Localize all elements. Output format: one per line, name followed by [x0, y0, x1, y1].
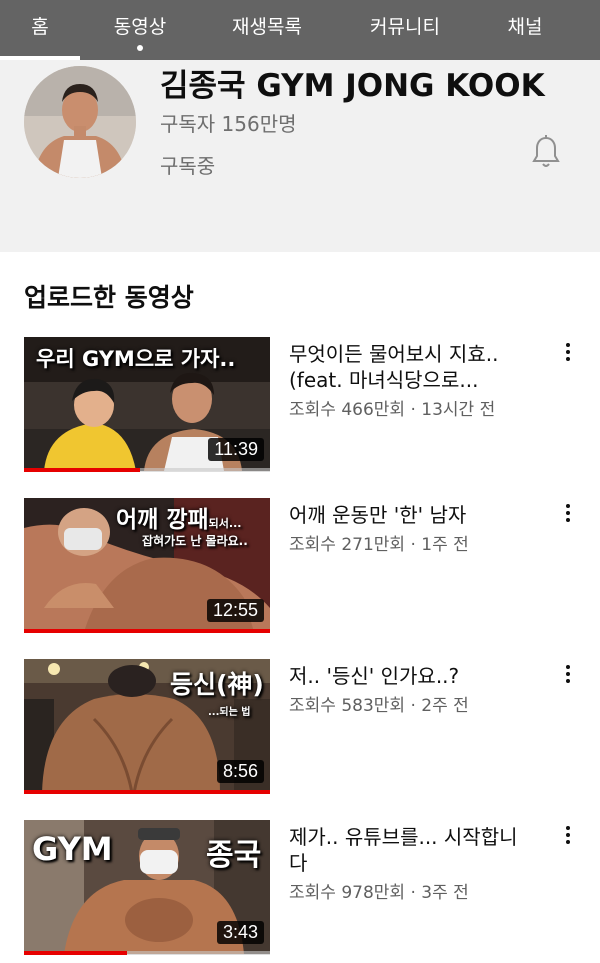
video-meta: 조회수 271만회 · 1주 전	[289, 535, 469, 555]
watch-progress-fill	[24, 790, 270, 794]
tab-videos[interactable]: 동영상	[90, 0, 190, 60]
video-title[interactable]: 저.. '등신' 인가요..?	[289, 663, 529, 689]
video-duration: 12:55	[206, 599, 264, 622]
video-duration: 3:43	[216, 921, 264, 944]
video-title[interactable]: 어깨 운동만 '한' 남자	[289, 502, 529, 528]
video-item[interactable]: 등신(神) ...되는 법 8:56 저.. '등신' 인가요..? 조회수 5…	[0, 659, 600, 799]
video-thumbnail[interactable]: 등신(神) ...되는 법 8:56	[24, 659, 270, 793]
channel-title: 김종국 GYM JONG KOOK	[160, 68, 545, 104]
tab-home-label: 홈	[31, 16, 49, 38]
video-item[interactable]: 어깨 깡패되서... 잡혀가도 난 몰라요.. 12:55 어깨 운동만 '한'…	[0, 498, 600, 638]
watch-progress-fill	[24, 468, 140, 472]
tab-playlists-label: 재생목록	[232, 16, 302, 38]
video-meta: 조회수 466만회 · 13시간 전	[289, 400, 496, 420]
watch-progress-fill	[24, 629, 270, 633]
more-vertical-icon[interactable]	[558, 824, 578, 848]
thumbnail-caption-left: GYM	[32, 830, 113, 868]
video-title[interactable]: 무엇이든 물어보시 지효.. (feat. 마녀식당으로...	[289, 341, 529, 393]
subscribed-button[interactable]: 구독중	[160, 150, 215, 179]
video-thumbnail[interactable]: GYM 종국 3:43	[24, 820, 270, 954]
watch-progress-bar	[24, 468, 270, 472]
watch-progress-bar	[24, 629, 270, 633]
channel-tab-bar: 홈 동영상 재생목록 커뮤니티 채널	[0, 0, 600, 60]
watch-progress-bar	[24, 790, 270, 794]
tab-home[interactable]: 홈	[0, 0, 80, 60]
tab-community[interactable]: 커뮤니티	[350, 0, 460, 60]
video-title[interactable]: 제가.. 유튜브를... 시작합니다	[289, 824, 529, 876]
video-duration: 11:39	[208, 438, 264, 461]
video-item[interactable]: 우리 GYM으로 가자.. 11:39 무엇이든 물어보시 지효.. (feat…	[0, 337, 600, 477]
tab-playlists[interactable]: 재생목록	[212, 0, 322, 60]
thumbnail-subcaption: 잡혀가도 난 몰라요..	[142, 534, 248, 548]
video-duration: 8:56	[216, 760, 264, 783]
subscriber-count: 구독자 156만명	[160, 112, 297, 136]
thumbnail-subcaption: ...되는 법	[208, 707, 251, 718]
more-vertical-icon[interactable]	[558, 663, 578, 687]
thumbnail-caption-right: 종국	[206, 838, 262, 873]
thumbnail-caption: 등신(神)	[170, 670, 264, 699]
tab-channels-label: 채널	[507, 16, 543, 38]
thumbnail-caption-main: 어깨 깡패	[116, 507, 209, 533]
bell-icon[interactable]	[530, 134, 562, 170]
tab-channels[interactable]: 채널	[490, 0, 560, 60]
tab-community-label: 커뮤니티	[370, 16, 440, 38]
video-thumbnail[interactable]: 어깨 깡패되서... 잡혀가도 난 몰라요.. 12:55	[24, 498, 270, 632]
tab-videos-label: 동영상	[113, 16, 167, 38]
video-meta: 조회수 583만회 · 2주 전	[289, 696, 469, 716]
channel-avatar[interactable]	[24, 66, 136, 178]
thumbnail-caption: 우리 GYM으로 가자..	[36, 347, 236, 371]
thumbnail-caption: 어깨 깡패되서...	[116, 500, 241, 534]
more-vertical-icon[interactable]	[558, 502, 578, 526]
more-vertical-icon[interactable]	[558, 341, 578, 365]
video-thumbnail[interactable]: 우리 GYM으로 가자.. 11:39	[24, 337, 270, 471]
video-item[interactable]: GYM 종국 3:43 제가.. 유튜브를... 시작합니다 조회수 978만회…	[0, 820, 600, 960]
new-content-dot	[137, 45, 143, 51]
thumbnail-caption-suffix: 되서...	[208, 517, 242, 530]
watch-progress-bar	[24, 951, 270, 955]
video-meta: 조회수 978만회 · 3주 전	[289, 883, 469, 903]
uploads-section-title: 업로드한 동영상	[24, 283, 194, 312]
watch-progress-fill	[24, 951, 128, 955]
